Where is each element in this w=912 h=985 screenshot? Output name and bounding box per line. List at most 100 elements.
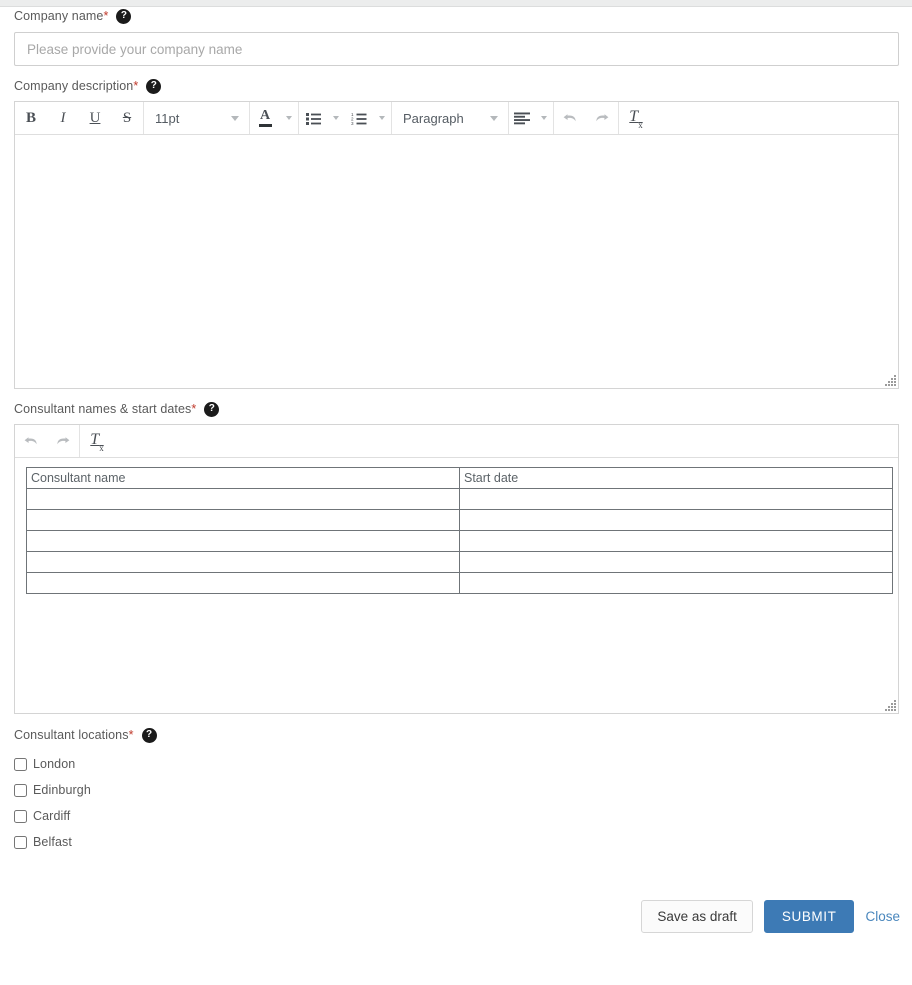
list-group: 1 2 3: [299, 102, 392, 134]
cell-consultant-name[interactable]: [26, 572, 460, 594]
checkbox-london[interactable]: [14, 757, 27, 771]
checkbox-row-london: London: [14, 751, 912, 777]
checkbox-row-cardiff: Cardiff: [14, 803, 912, 829]
description-editor-toolbar: B I U S 11pt A 1 2 3 Paragraph Tx: [15, 102, 898, 135]
cell-consultant-name[interactable]: [26, 509, 460, 531]
text-color-group: A: [250, 102, 299, 134]
checkbox-label-cardiff[interactable]: Cardiff: [33, 809, 70, 823]
strikethrough-icon[interactable]: S: [111, 102, 143, 134]
consultant-editor-toolbar: Tx: [15, 425, 898, 458]
consultant-locations-checkbox-group: London Edinburgh Cardiff Belfast: [0, 751, 912, 855]
consultant-names-editor: Tx Consultant name Start date: [14, 424, 899, 714]
company-name-input[interactable]: [14, 32, 899, 66]
clear-format-group: Tx: [80, 425, 118, 457]
table-row: [26, 530, 893, 552]
checkbox-belfast[interactable]: [14, 835, 27, 849]
company-description-label-text: Company description: [14, 79, 134, 93]
clear-formatting-icon[interactable]: Tx: [80, 425, 118, 457]
checkbox-row-edinburgh: Edinburgh: [14, 777, 912, 803]
checkbox-cardiff[interactable]: [14, 809, 27, 823]
table-row: [26, 551, 893, 573]
font-size-dropdown[interactable]: 11pt: [144, 102, 249, 134]
text-style-group: B I U S: [15, 102, 144, 134]
numbered-list-icon[interactable]: 1 2 3: [345, 102, 373, 134]
cell-consultant-name[interactable]: [26, 551, 460, 573]
svg-text:3: 3: [351, 121, 354, 125]
clear-format-group: Tx: [619, 102, 657, 134]
form-content: Company name* ? Company description* ? B…: [0, 8, 912, 855]
align-left-icon[interactable]: [509, 102, 535, 134]
checkbox-edinburgh[interactable]: [14, 783, 27, 797]
checkbox-label-london[interactable]: London: [33, 757, 75, 771]
block-format-dropdown[interactable]: Paragraph: [392, 102, 508, 134]
consultant-names-label: Consultant names & start dates * ?: [0, 401, 912, 417]
alignment-group: [509, 102, 554, 134]
consultant-locations-required-marker: *: [128, 728, 134, 742]
bullet-list-chevron-down-icon[interactable]: [327, 102, 345, 134]
company-description-editor: B I U S 11pt A 1 2 3 Paragraph Tx: [14, 101, 899, 389]
bullet-list-icon[interactable]: [299, 102, 327, 134]
font-size-group: 11pt: [144, 102, 250, 134]
cell-start-date[interactable]: [459, 551, 893, 573]
chevron-down-icon: [231, 115, 239, 121]
table-row: [26, 488, 893, 510]
table-row: [26, 572, 893, 594]
submit-button[interactable]: SUBMIT: [763, 900, 855, 933]
redo-icon[interactable]: [47, 425, 79, 457]
history-group: [554, 102, 619, 134]
company-name-label: Company name * ?: [0, 8, 912, 24]
undo-icon[interactable]: [15, 425, 47, 457]
consultant-locations-label-text: Consultant locations: [14, 728, 129, 742]
block-format-value: Paragraph: [403, 110, 464, 126]
form-page: Company name* ? Company description* ? B…: [0, 0, 912, 985]
question-mark-icon[interactable]: ?: [116, 8, 132, 24]
question-mark-icon[interactable]: ?: [141, 727, 157, 743]
text-color-chevron-down-icon[interactable]: [280, 102, 298, 134]
checkbox-label-edinburgh[interactable]: Edinburgh: [33, 783, 91, 797]
underline-icon[interactable]: U: [79, 102, 111, 134]
resize-handle[interactable]: [885, 375, 896, 386]
cell-start-date[interactable]: [459, 572, 893, 594]
cell-consultant-name[interactable]: [26, 488, 460, 510]
consultant-table[interactable]: Consultant name Start date: [26, 467, 893, 594]
company-description-required-marker: *: [133, 79, 139, 93]
italic-icon[interactable]: I: [47, 102, 79, 134]
consultant-locations-label: Consultant locations * ?: [0, 727, 912, 743]
column-header-consultant-name[interactable]: Consultant name: [26, 467, 460, 489]
table-header-row: Consultant name Start date: [26, 467, 893, 489]
text-color-icon[interactable]: A: [250, 102, 280, 134]
resize-handle[interactable]: [885, 700, 896, 711]
modal-header-strip: [0, 0, 912, 7]
column-header-start-date[interactable]: Start date: [459, 467, 893, 489]
table-row: [26, 509, 893, 531]
checkbox-row-belfast: Belfast: [14, 829, 912, 855]
cell-start-date[interactable]: [459, 530, 893, 552]
text-color-letter: A: [259, 108, 271, 124]
checkbox-label-belfast[interactable]: Belfast: [33, 835, 72, 849]
form-actions: Save as draft SUBMIT Close: [641, 900, 912, 933]
consultant-names-required-marker: *: [191, 402, 197, 416]
font-size-value: 11pt: [155, 110, 180, 126]
history-group: [15, 425, 80, 457]
save-as-draft-button[interactable]: Save as draft: [641, 900, 753, 933]
bold-icon[interactable]: B: [15, 102, 47, 134]
align-chevron-down-icon[interactable]: [535, 102, 553, 134]
cell-consultant-name[interactable]: [26, 530, 460, 552]
chevron-down-icon: [490, 115, 498, 121]
clear-formatting-icon[interactable]: Tx: [619, 102, 657, 134]
redo-icon[interactable]: [586, 102, 618, 134]
cell-start-date[interactable]: [459, 488, 893, 510]
close-link[interactable]: Close: [865, 909, 902, 924]
question-mark-icon[interactable]: ?: [204, 401, 220, 417]
company-description-label: Company description * ?: [0, 78, 912, 94]
numbered-list-chevron-down-icon[interactable]: [373, 102, 391, 134]
consultant-names-table-area[interactable]: Consultant name Start date: [15, 458, 898, 713]
company-description-textarea[interactable]: [15, 135, 898, 388]
block-format-group: Paragraph: [392, 102, 509, 134]
consultant-names-label-text: Consultant names & start dates: [14, 402, 192, 416]
question-mark-icon[interactable]: ?: [146, 78, 162, 94]
undo-icon[interactable]: [554, 102, 586, 134]
text-color-swatch: [258, 124, 272, 127]
company-name-required-marker: *: [103, 9, 109, 23]
cell-start-date[interactable]: [459, 509, 893, 531]
